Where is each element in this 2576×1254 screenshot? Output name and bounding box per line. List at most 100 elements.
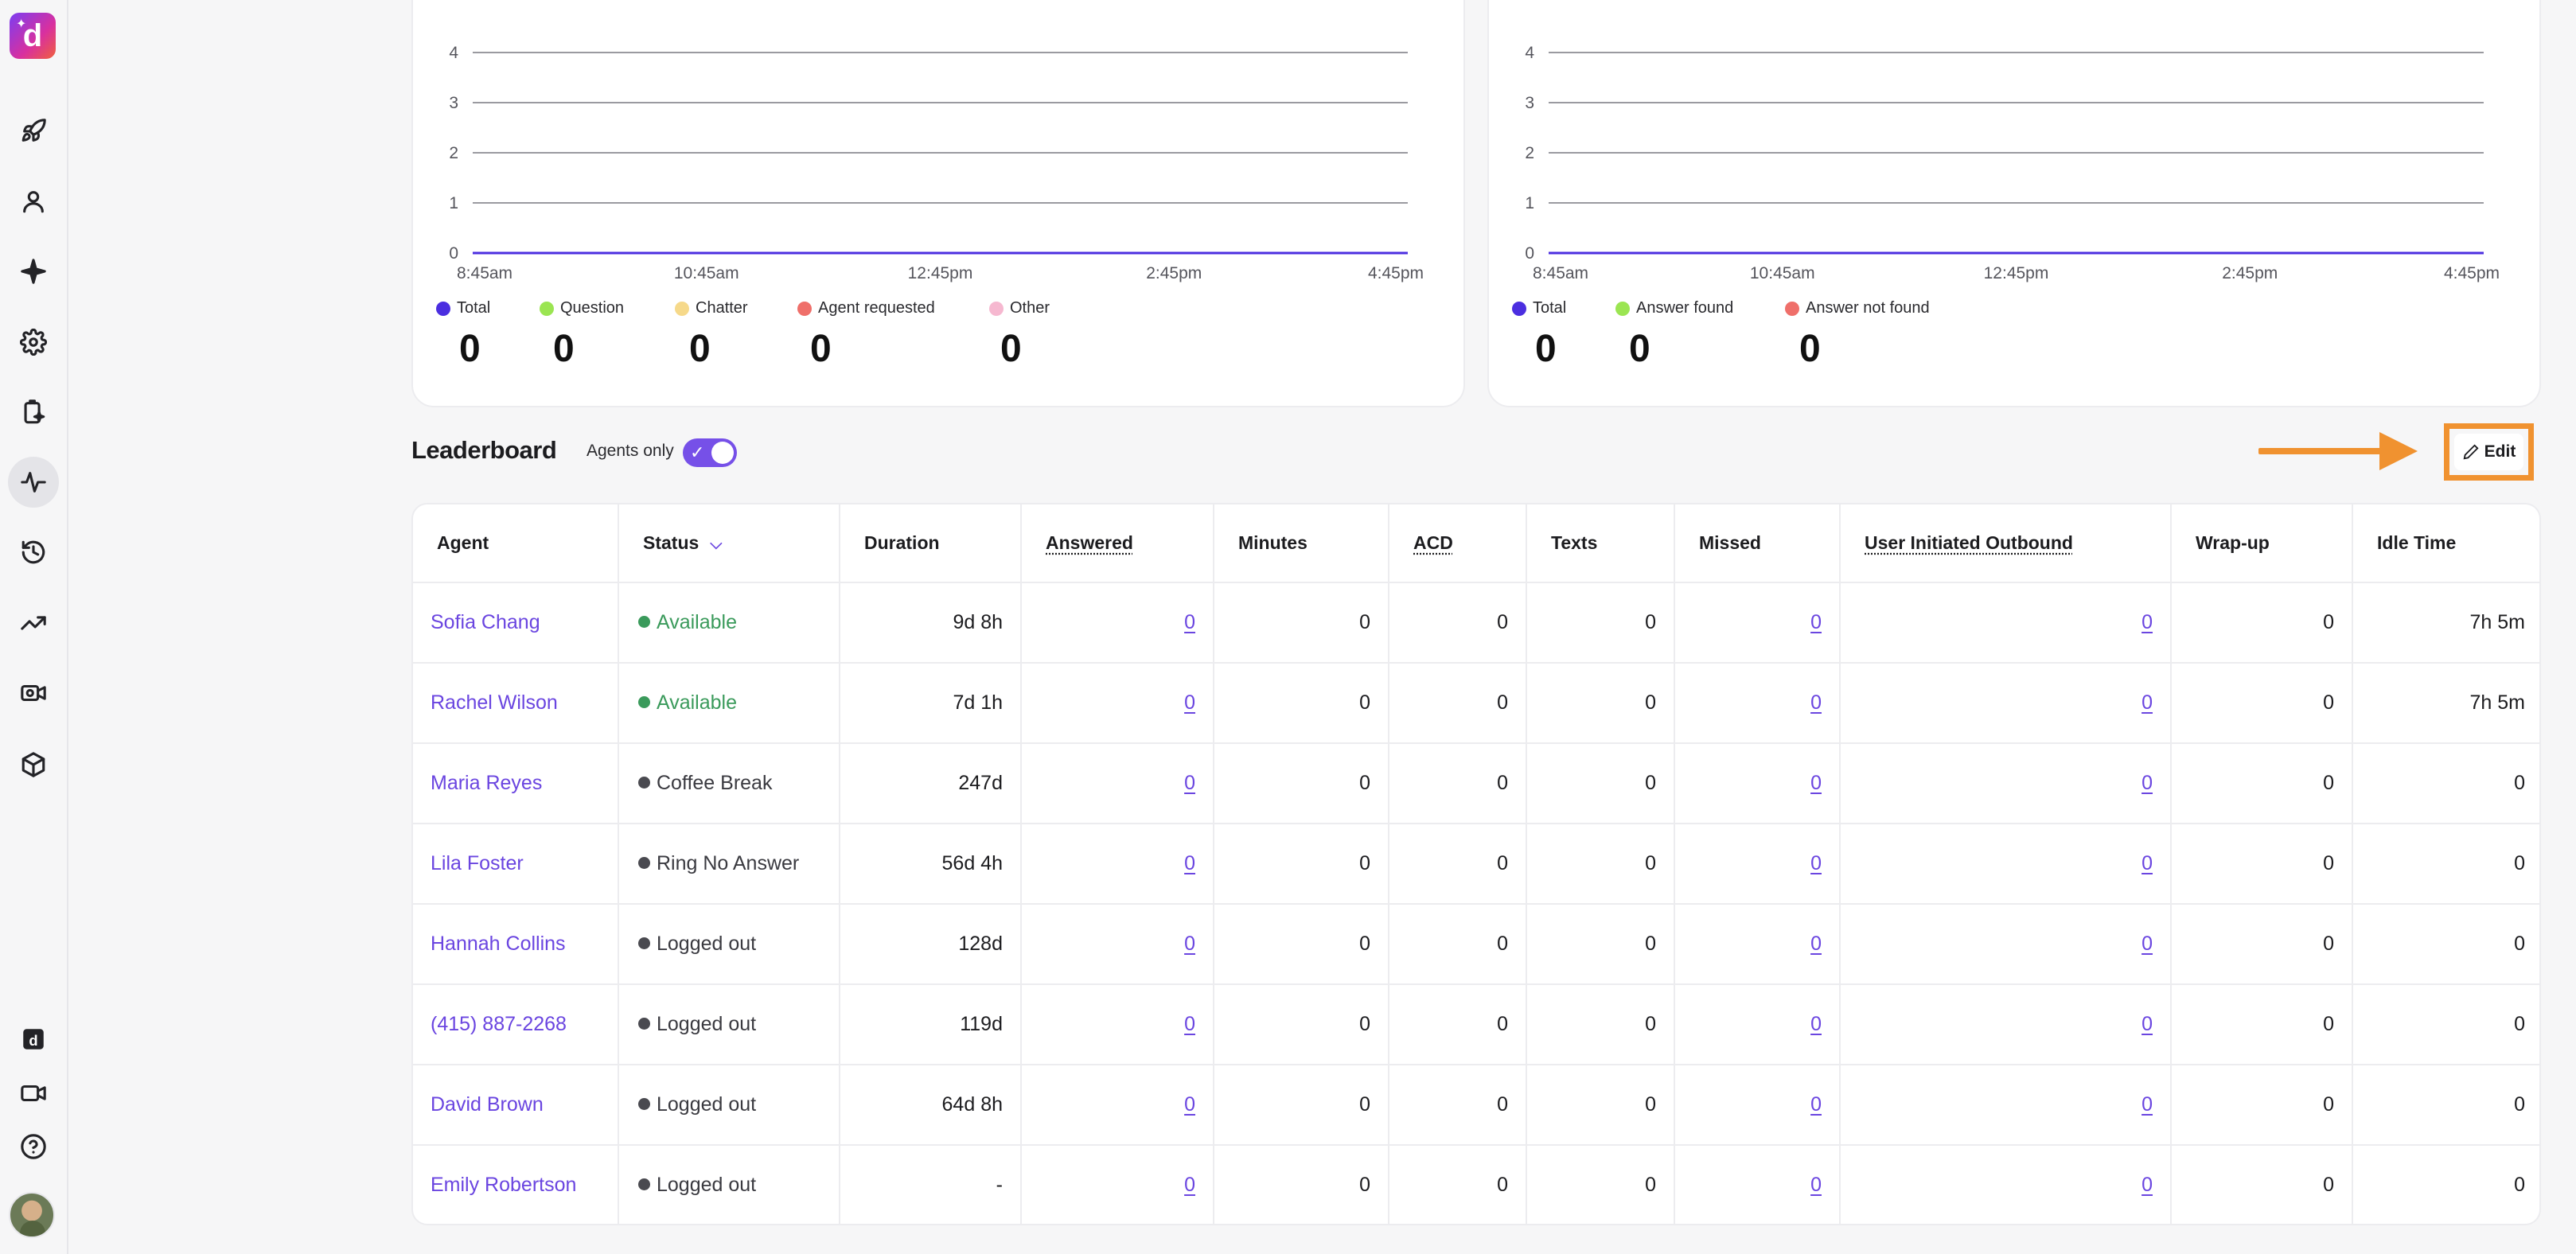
trending-up-icon[interactable] — [8, 598, 59, 648]
rocket-icon[interactable] — [8, 106, 59, 157]
agent-name-link[interactable]: Sofia Chang — [413, 582, 619, 664]
col-answered[interactable]: Answered — [1021, 504, 1214, 583]
answered-link[interactable]: 0 — [1184, 772, 1195, 794]
missed-cell: 0 — [1674, 582, 1841, 664]
chevron-down-icon[interactable]: ⌵ — [710, 535, 722, 554]
answered-link[interactable]: 0 — [1184, 691, 1195, 714]
answered-link[interactable]: 0 — [1184, 933, 1195, 955]
legend-label: Answer found — [1615, 299, 1733, 317]
outbound-link[interactable]: 0 — [2141, 933, 2153, 955]
missed-link[interactable]: 0 — [1810, 1093, 1822, 1116]
avatar[interactable] — [9, 1192, 55, 1238]
answered-link[interactable]: 0 — [1184, 1174, 1195, 1196]
missed-link[interactable]: 0 — [1810, 611, 1822, 633]
legend-item: Answer found 0 — [1615, 299, 1733, 371]
col-wrap-up[interactable]: Wrap-up — [2171, 504, 2353, 583]
outbound-link[interactable]: 0 — [2141, 1013, 2153, 1035]
video-icon[interactable] — [8, 1068, 59, 1119]
app-logo[interactable]: ✦ d — [10, 13, 56, 59]
outbound-link[interactable]: 0 — [2141, 772, 2153, 794]
sparkle-icon[interactable] — [8, 246, 59, 297]
clipboard-sparkle-icon[interactable] — [8, 387, 59, 438]
y-tick-label: 4 — [1525, 44, 1534, 62]
agent-name-link[interactable]: Maria Reyes — [413, 743, 619, 824]
answered-link[interactable]: 0 — [1184, 852, 1195, 874]
video-settings-icon[interactable] — [8, 668, 59, 719]
minutes-cell: 0 — [1214, 1065, 1389, 1146]
legend-value: 0 — [689, 328, 711, 370]
agent-name-link[interactable]: Rachel Wilson — [413, 663, 619, 744]
duration-cell: 9d 8h — [840, 582, 1022, 664]
col-missed[interactable]: Missed — [1674, 504, 1841, 583]
outbound-link[interactable]: 0 — [2141, 1093, 2153, 1116]
activity-icon[interactable] — [8, 457, 59, 508]
answered-link[interactable]: 0 — [1184, 1013, 1195, 1035]
legend-label: Chatter — [675, 299, 748, 317]
missed-link[interactable]: 0 — [1810, 933, 1822, 955]
dialpad-logo-icon[interactable]: d — [8, 1014, 59, 1065]
col-texts[interactable]: Texts — [1526, 504, 1675, 583]
missed-link[interactable]: 0 — [1810, 691, 1822, 714]
wrap-up-cell: 0 — [2171, 582, 2353, 664]
outbound-cell: 0 — [1840, 904, 2172, 985]
status-dot-icon — [638, 1178, 650, 1190]
agent-name-link[interactable]: Hannah Collins — [413, 904, 619, 985]
y-tick-label: 0 — [1525, 244, 1534, 263]
legend-item: Total 0 — [436, 299, 490, 371]
outbound-link[interactable]: 0 — [2141, 611, 2153, 633]
col-status[interactable]: Status ⌵ — [618, 504, 840, 583]
user-icon[interactable] — [8, 176, 59, 227]
legend-item: Chatter 0 — [675, 299, 748, 371]
x-tick-label: 8:45am — [457, 264, 512, 282]
minutes-cell: 0 — [1214, 904, 1389, 985]
outbound-link[interactable]: 0 — [2141, 852, 2153, 874]
status-text: Logged out — [657, 1174, 757, 1196]
legend-value: 0 — [1629, 328, 1650, 370]
missed-link[interactable]: 0 — [1810, 1013, 1822, 1035]
col-acd[interactable]: ACD — [1389, 504, 1527, 583]
status-cell: Available — [618, 663, 840, 744]
edit-button[interactable]: Edit — [2454, 434, 2523, 470]
acd-cell: 0 — [1389, 582, 1527, 664]
col-idle-time[interactable]: Idle Time — [2352, 504, 2539, 583]
col-minutes[interactable]: Minutes — [1214, 504, 1389, 583]
status-dot-icon — [638, 615, 650, 628]
agent-name-link[interactable]: Emily Robertson — [413, 1145, 619, 1224]
legend-value: 0 — [553, 328, 575, 370]
agent-name-link[interactable]: David Brown — [413, 1065, 619, 1146]
answered-link[interactable]: 0 — [1184, 611, 1195, 633]
col-agent[interactable]: Agent — [413, 504, 619, 583]
y-tick-label: 1 — [1525, 194, 1534, 212]
x-tick-label: 4:45pm — [1368, 264, 1424, 282]
y-tick-label: 1 — [449, 194, 458, 212]
help-icon[interactable] — [8, 1121, 59, 1172]
status-cell: Logged out — [618, 1145, 840, 1224]
cube-icon[interactable] — [8, 739, 59, 790]
outbound-cell: 0 — [1840, 663, 2172, 744]
missed-link[interactable]: 0 — [1810, 852, 1822, 874]
answered-link[interactable]: 0 — [1184, 1093, 1195, 1116]
agent-name-link[interactable]: (415) 887-2268 — [413, 984, 619, 1065]
col-duration[interactable]: Duration — [840, 504, 1022, 583]
status-text: Ring No Answer — [657, 852, 800, 874]
legend-value: 0 — [1799, 328, 1821, 370]
status-text: Logged out — [657, 1093, 757, 1116]
texts-cell: 0 — [1526, 663, 1675, 744]
outbound-link[interactable]: 0 — [2141, 1174, 2153, 1196]
outbound-link[interactable]: 0 — [2141, 691, 2153, 714]
legend-label: Total — [1512, 299, 1566, 317]
legend-dot-icon — [1512, 301, 1526, 316]
agents-only-toggle[interactable]: ✓ — [683, 438, 737, 467]
gear-icon[interactable] — [8, 317, 59, 368]
missed-link[interactable]: 0 — [1810, 772, 1822, 794]
status-text: Coffee Break — [657, 772, 773, 794]
acd-cell: 0 — [1389, 743, 1527, 824]
wrap-up-cell: 0 — [2171, 824, 2353, 905]
col-user-initiated-outbound[interactable]: User Initiated Outbound — [1840, 504, 2172, 583]
history-icon[interactable] — [8, 527, 59, 578]
legend-label: Other — [989, 299, 1050, 317]
x-tick-label: 8:45am — [1533, 264, 1588, 282]
legend-label: Question — [540, 299, 624, 317]
agent-name-link[interactable]: Lila Foster — [413, 824, 619, 905]
missed-link[interactable]: 0 — [1810, 1174, 1822, 1196]
